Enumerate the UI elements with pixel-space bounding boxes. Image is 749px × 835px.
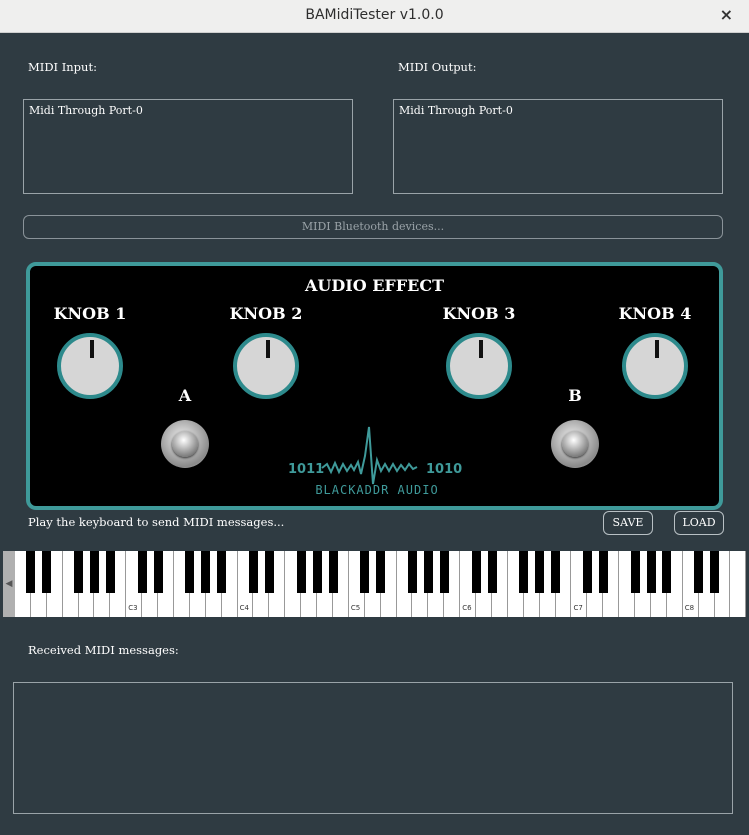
black-key[interactable] [360, 551, 370, 593]
footswitch-b[interactable] [551, 420, 599, 468]
footswitch-a[interactable] [161, 420, 209, 468]
received-messages-label: Received MIDI messages: [28, 643, 179, 657]
octave-label: C7 [573, 604, 583, 612]
black-key[interactable] [185, 551, 195, 593]
black-key[interactable] [376, 551, 386, 593]
octave-label: C3 [128, 604, 138, 612]
octave-label: C4 [239, 604, 249, 612]
blackaddr-logo: 1011 1010 BLACKADDR AUDIO [288, 426, 462, 497]
black-key[interactable] [662, 551, 672, 593]
audio-effect-pedal: AUDIO EFFECT KNOB 1 KNOB 2 KNOB 3 KNOB 4… [26, 262, 723, 510]
black-key[interactable] [328, 551, 338, 593]
pedal-title: AUDIO EFFECT [305, 276, 444, 295]
black-key[interactable] [471, 551, 481, 593]
knob-3-label: KNOB 3 [442, 304, 516, 323]
black-key[interactable] [519, 551, 529, 593]
black-key[interactable] [137, 551, 147, 593]
bluetooth-devices-button[interactable]: MIDI Bluetooth devices... [23, 215, 723, 239]
black-key[interactable] [710, 551, 720, 593]
black-key[interactable] [201, 551, 211, 593]
black-key[interactable] [105, 551, 115, 593]
midi-output-list[interactable]: Midi Through Port-0 [393, 99, 723, 194]
piano-keyboard[interactable]: C3 C4 C5 C6 C7 C8 [3, 551, 747, 617]
switch-a-label: A [178, 386, 192, 405]
black-key[interactable] [551, 551, 561, 593]
window-title: BAMidiTester v1.0.0 [305, 7, 444, 23]
octave-label: C5 [350, 604, 361, 612]
midi-input-label: MIDI Input: [28, 60, 97, 74]
black-key[interactable] [630, 551, 640, 593]
octave-label: C8 [684, 604, 695, 612]
play-instructions: Play the keyboard to send MIDI messages.… [28, 515, 285, 529]
knob-2[interactable] [233, 333, 299, 399]
knob-1-label: KNOB 1 [53, 304, 127, 323]
load-button[interactable]: LOAD [674, 511, 724, 535]
title-bar: BAMidiTester v1.0.0 × [0, 0, 749, 33]
knob-3[interactable] [446, 333, 512, 399]
black-key[interactable] [264, 551, 274, 593]
black-key[interactable] [439, 551, 449, 593]
black-key[interactable] [26, 551, 36, 593]
white-key[interactable] [730, 551, 747, 617]
black-key[interactable] [487, 551, 497, 593]
black-key[interactable] [153, 551, 163, 593]
knob-4[interactable] [622, 333, 688, 399]
black-key[interactable] [42, 551, 52, 593]
logo-right-text: 1010 [426, 462, 462, 477]
knob-4-label: KNOB 4 [618, 304, 692, 323]
black-key[interactable] [694, 551, 704, 593]
black-key[interactable] [423, 551, 433, 593]
black-key[interactable] [90, 551, 99, 593]
black-key[interactable] [217, 551, 227, 593]
switch-b-label: B [568, 386, 582, 405]
black-key[interactable] [74, 551, 84, 593]
black-key[interactable] [646, 551, 656, 593]
octave-label: C6 [462, 604, 472, 612]
black-key[interactable] [535, 551, 545, 593]
knob-2-label: KNOB 2 [229, 304, 303, 323]
main-window: MIDI Input: MIDI Output: Midi Through Po… [3, 33, 747, 835]
keyboard-scroll-left-icon[interactable]: ◀ [3, 551, 15, 617]
logo-brand-text: BLACKADDR AUDIO [315, 483, 438, 497]
black-key[interactable] [408, 551, 417, 593]
close-icon[interactable]: × [720, 5, 733, 24]
black-key[interactable] [582, 551, 592, 593]
logo-waveform [321, 426, 418, 485]
black-key[interactable] [312, 551, 322, 593]
midi-output-label: MIDI Output: [398, 60, 477, 74]
black-key[interactable] [598, 551, 608, 593]
knob-1[interactable] [57, 333, 123, 399]
midi-output-item[interactable]: Midi Through Port-0 [394, 100, 722, 121]
logo-left-text: 1011 [288, 462, 324, 477]
midi-input-item[interactable]: Midi Through Port-0 [24, 100, 352, 121]
black-key[interactable] [296, 551, 306, 593]
received-messages-box [13, 682, 733, 814]
midi-input-list[interactable]: Midi Through Port-0 [23, 99, 353, 194]
save-button[interactable]: SAVE [603, 511, 653, 535]
black-key[interactable] [249, 551, 258, 593]
